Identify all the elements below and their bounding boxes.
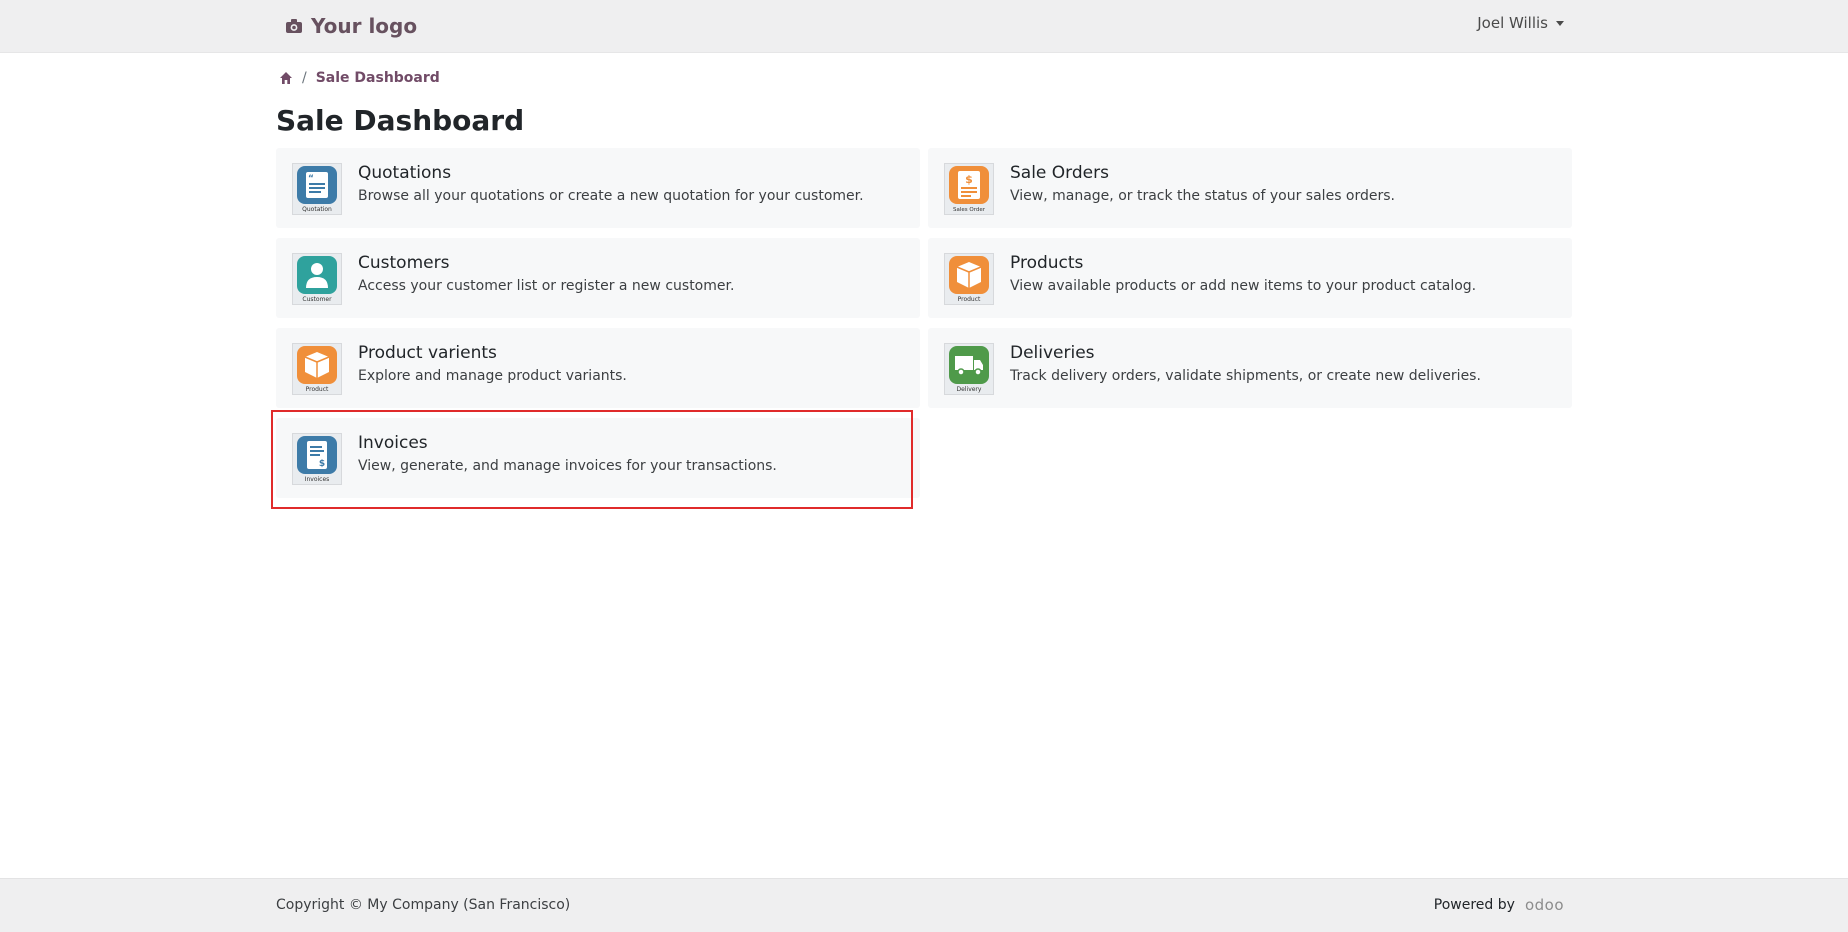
svg-text:Product: Product — [306, 386, 329, 393]
powered-by: Powered by odoo — [1434, 896, 1564, 914]
card-description: View, manage, or track the status of you… — [1010, 188, 1396, 204]
copyright-text: Copyright © My Company (San Francisco) — [276, 897, 571, 913]
home-icon[interactable] — [279, 71, 293, 85]
card-description: Explore and manage product variants. — [358, 368, 627, 384]
svg-text:Quotation: Quotation — [302, 206, 332, 213]
footer: Copyright © My Company (San Francisco) P… — [0, 878, 1848, 932]
svg-text:Customer: Customer — [302, 296, 332, 303]
powered-by-label: Powered by — [1433, 897, 1515, 913]
quotation-icon: “ Quotation — [292, 163, 342, 215]
chevron-down-icon — [1556, 20, 1564, 26]
user-menu[interactable]: Joel Willis — [1477, 14, 1564, 32]
card-quotations[interactable]: “ Quotation Quotations Browse all your q… — [276, 148, 920, 228]
card-title[interactable]: Customers — [358, 253, 449, 273]
svg-text:$: $ — [319, 459, 325, 469]
top-navbar: Your logo Joel Willis — [0, 0, 1848, 53]
svg-text:Product: Product — [958, 296, 981, 303]
camera-icon — [286, 19, 302, 33]
logo-text: Your logo — [311, 14, 418, 38]
card-deliveries[interactable]: Delivery Deliveries Track delivery order… — [928, 328, 1572, 408]
card-description: Track delivery orders, validate shipment… — [1010, 368, 1481, 384]
card-sale-orders[interactable]: $ Sales Order Sale Orders View, manage, … — [928, 148, 1572, 228]
card-invoices[interactable]: $ Invoices Invoices View, generate, and … — [276, 418, 920, 498]
breadcrumb-current[interactable]: Sale Dashboard — [316, 70, 440, 86]
svg-text:$: $ — [965, 173, 973, 186]
card-title[interactable]: Products — [1010, 253, 1083, 273]
card-description: Browse all your quotations or create a n… — [358, 188, 864, 204]
breadcrumb: / Sale Dashboard — [279, 70, 440, 86]
breadcrumb-separator: / — [302, 70, 307, 86]
company-logo[interactable]: Your logo — [285, 12, 417, 40]
page-title: Sale Dashboard — [276, 104, 525, 137]
user-name: Joel Willis — [1477, 14, 1548, 32]
svg-text:Invoices: Invoices — [305, 476, 330, 483]
product-variant-icon: Product — [292, 343, 342, 395]
svg-text:“: “ — [308, 174, 314, 184]
sales-order-icon: $ Sales Order — [944, 163, 994, 215]
svg-text:Delivery: Delivery — [957, 386, 982, 393]
card-title[interactable]: Deliveries — [1010, 343, 1095, 363]
card-product-variants[interactable]: Product Product varients Explore and man… — [276, 328, 920, 408]
invoice-icon: $ Invoices — [292, 433, 342, 485]
card-description: View available products or add new items… — [1010, 278, 1477, 294]
card-customers[interactable]: Customer Customers Access your customer … — [276, 238, 920, 318]
card-products[interactable]: Product Products View available products… — [928, 238, 1572, 318]
svg-text:Sales Order: Sales Order — [953, 207, 986, 213]
product-icon: Product — [944, 253, 994, 305]
delivery-icon: Delivery — [944, 343, 994, 395]
customer-icon: Customer — [292, 253, 342, 305]
odoo-brand-text: odoo — [1524, 896, 1564, 914]
card-title[interactable]: Quotations — [358, 163, 451, 183]
card-title[interactable]: Sale Orders — [1010, 163, 1109, 183]
card-description: Access your customer list or register a … — [358, 278, 735, 294]
card-description: View, generate, and manage invoices for … — [358, 458, 777, 474]
odoo-logo[interactable]: odoo — [1525, 896, 1564, 914]
card-title[interactable]: Invoices — [358, 433, 428, 453]
card-title[interactable]: Product varients — [358, 343, 497, 363]
